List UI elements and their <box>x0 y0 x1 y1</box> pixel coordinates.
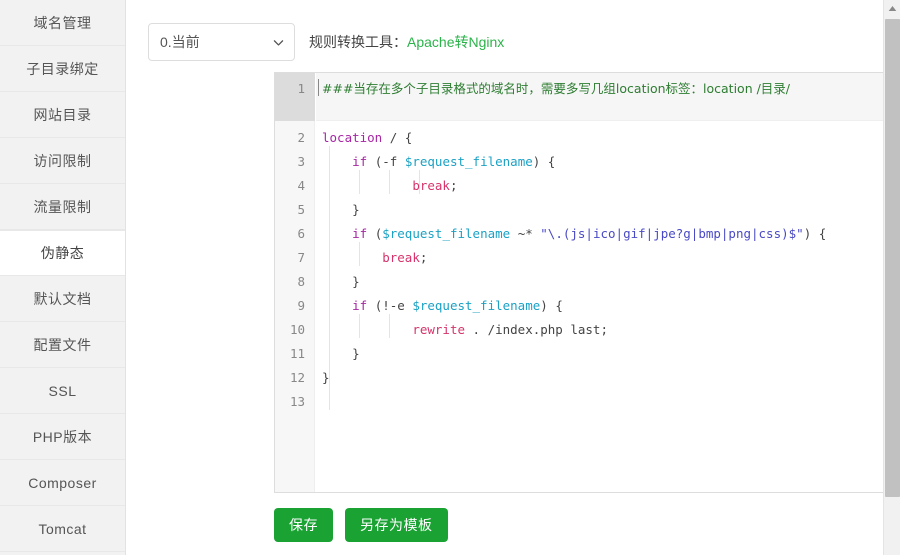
sidebar-item-label: 配置文件 <box>33 336 92 353</box>
sidebar-item-site-dir[interactable]: 网站目录 <box>0 92 125 138</box>
apache-to-nginx-link[interactable]: Apache转Nginx <box>407 34 504 50</box>
line-number: 4 <box>297 178 305 193</box>
save-button[interactable]: 保存 <box>274 508 333 542</box>
line-number: 10 <box>289 322 305 337</box>
code-line: if ($request_filename ~* "\.(js|ico|gif|… <box>352 226 827 241</box>
sidebar-item-label: Composer <box>28 474 97 491</box>
scrollbar-thumb[interactable] <box>885 19 900 497</box>
line-number: 7 <box>297 250 305 265</box>
sidebar-item-rewrite[interactable]: 伪静态 <box>0 230 125 276</box>
triangle-up-icon[interactable] <box>884 0 900 17</box>
editor-gutter: 1 2 3 4 5 6 7 8 9 10 11 12 13 <box>275 73 315 492</box>
line-number: 1 <box>297 81 305 96</box>
sidebar-item-domain-manage[interactable]: 域名管理 <box>0 0 125 46</box>
sidebar-item-default-doc[interactable]: 默认文档 <box>0 276 125 322</box>
main-content: 0.当前 规则转换工具：Apache转Nginx 1 2 3 4 5 6 7 8… <box>126 0 900 555</box>
line-number: 9 <box>297 298 305 313</box>
toolbar: 0.当前 规则转换工具：Apache转Nginx <box>126 0 900 62</box>
vertical-scrollbar[interactable] <box>883 0 900 555</box>
line-number: 6 <box>297 226 305 241</box>
code-line: break; <box>382 250 428 265</box>
converter-label-wrap: 规则转换工具：Apache转Nginx <box>309 32 504 52</box>
code-line: } <box>322 202 360 217</box>
sidebar-item-ssl[interactable]: SSL <box>0 368 125 414</box>
code-line: } <box>322 370 330 385</box>
rule-select-wrap: 0.当前 <box>148 23 295 61</box>
editor-code-area[interactable]: ###当存在多个子目录格式的域名时，需要多写几组location标签：locat… <box>316 73 893 492</box>
text-caret <box>318 79 319 96</box>
sidebar-item-label: 伪静态 <box>40 245 85 261</box>
line-number: 3 <box>297 154 305 169</box>
code-line: } <box>322 346 360 361</box>
sidebar-item-label: SSL <box>48 382 77 399</box>
code-line: if (-f $request_filename) { <box>352 154 556 169</box>
converter-label: 规则转换工具： <box>309 34 407 50</box>
save-as-template-button[interactable]: 另存为模板 <box>345 508 448 542</box>
sidebar-item-label: Tomcat <box>38 520 87 537</box>
sidebar-item-subdir-bind[interactable]: 子目录绑定 <box>0 46 125 92</box>
sidebar-item-php-version[interactable]: PHP版本 <box>0 414 125 460</box>
sidebar-item-label: 子目录绑定 <box>26 60 99 77</box>
sidebar-item-traffic-limit[interactable]: 流量限制 <box>0 184 125 230</box>
line-number: 12 <box>289 370 305 385</box>
line-number: 5 <box>297 202 305 217</box>
sidebar-item-label: PHP版本 <box>32 428 93 445</box>
line-number: 11 <box>289 346 305 361</box>
sidebar-item-tomcat[interactable]: Tomcat <box>0 506 125 552</box>
sidebar-item-composer[interactable]: Composer <box>0 460 125 506</box>
action-buttons: 保存 另存为模板 <box>274 508 448 542</box>
sidebar-item-label: 网站目录 <box>33 106 92 123</box>
code-line: } <box>322 274 360 289</box>
rule-preset-select[interactable]: 0.当前 <box>148 23 295 61</box>
sidebar-item-access-limit[interactable]: 访问限制 <box>0 138 125 184</box>
line-number: 8 <box>297 274 305 289</box>
code-editor[interactable]: 1 2 3 4 5 6 7 8 9 10 11 12 13 ###当存在多个子目… <box>274 72 894 493</box>
line-number: 2 <box>297 130 305 145</box>
code-line: location / { <box>322 130 413 145</box>
code-line: break; <box>412 178 458 193</box>
code-line: rewrite . /index.php last; <box>412 322 608 337</box>
sidebar: 域名管理 子目录绑定 网站目录 访问限制 流量限制 伪静态 默认文档 配置文件 … <box>0 0 126 555</box>
page-root: 域名管理 子目录绑定 网站目录 访问限制 流量限制 伪静态 默认文档 配置文件 … <box>0 0 900 555</box>
sidebar-item-label: 域名管理 <box>33 14 92 31</box>
code-line: if (!-e $request_filename) { <box>352 298 563 313</box>
sidebar-item-label: 流量限制 <box>33 198 92 215</box>
line-number: 13 <box>289 394 305 409</box>
sidebar-item-config-file[interactable]: 配置文件 <box>0 322 125 368</box>
sidebar-item-label: 访问限制 <box>33 152 92 169</box>
code-line: ###当存在多个子目录格式的域名时，需要多写几组location标签：locat… <box>322 81 791 96</box>
sidebar-item-label: 默认文档 <box>33 290 92 307</box>
